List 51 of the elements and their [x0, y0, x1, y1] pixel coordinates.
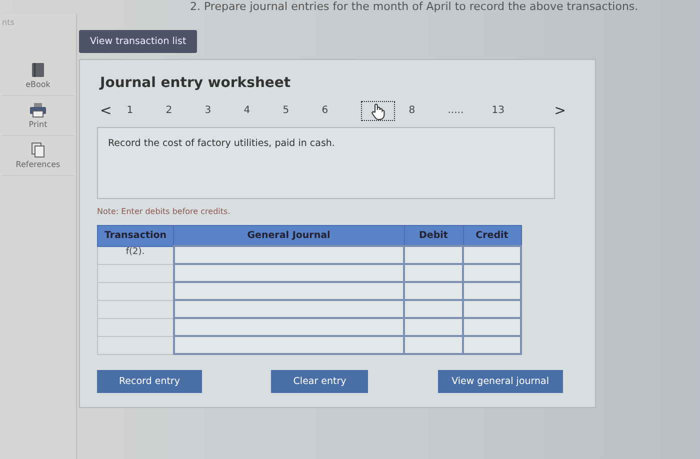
input-field[interactable]	[464, 301, 520, 317]
input-field[interactable]	[405, 265, 462, 281]
page-tab[interactable]: 2	[166, 101, 205, 121]
input-field[interactable]	[405, 337, 462, 353]
hand-cursor-icon	[370, 102, 385, 120]
input-field[interactable]	[405, 283, 462, 299]
page-tab[interactable]: .....	[448, 101, 492, 121]
printer-icon	[29, 102, 47, 118]
page-tab[interactable]: 6	[322, 101, 361, 121]
input-field[interactable]	[174, 319, 403, 335]
page-tab[interactable]: 13	[492, 101, 531, 121]
note-text: Note: Enter debits before credits.	[97, 207, 232, 216]
page-tab[interactable]: 1	[126, 101, 166, 121]
pages-icon	[31, 142, 45, 158]
page-tab[interactable]: 4	[244, 101, 283, 121]
input-field[interactable]	[174, 247, 403, 263]
column-header: Credit	[463, 226, 521, 246]
sidebar-item[interactable]: Print	[2, 96, 74, 136]
input-field[interactable]	[464, 319, 520, 335]
table-cell: f(2).	[98, 246, 174, 264]
input-field[interactable]	[464, 247, 520, 263]
page-tab[interactable]: 8	[408, 101, 448, 121]
input-field[interactable]	[405, 301, 462, 317]
description-text: Record the cost of factory utilities, paid in cash.	[108, 138, 335, 149]
page-tab[interactable]	[360, 101, 395, 121]
worksheet-title: Journal entry worksheet	[100, 75, 292, 91]
view-general-journal-button[interactable]: View general journal	[438, 370, 563, 393]
input-field[interactable]	[174, 283, 403, 299]
clear-entry-button[interactable]: Clear entry	[271, 370, 368, 393]
column-header: General Journal	[174, 226, 404, 246]
input-field[interactable]	[405, 319, 462, 335]
record-entry-button[interactable]: Record entry	[97, 370, 202, 393]
column-header: Debit	[404, 226, 463, 246]
instruction-text: 2. Prepare journal entries for the month of April to record the above transactions.	[190, 0, 640, 13]
input-field[interactable]	[174, 337, 403, 353]
book-icon	[31, 62, 45, 78]
input-field[interactable]	[174, 265, 403, 281]
sidebar-item[interactable]: References	[2, 136, 74, 176]
input-field[interactable]	[464, 265, 520, 281]
view-transaction-list-button[interactable]: View transaction list	[79, 30, 198, 53]
next-button[interactable]: >	[551, 103, 569, 119]
page-tab[interactable]: 5	[282, 101, 322, 121]
input-field[interactable]	[464, 337, 520, 353]
column-header: Transaction	[98, 226, 174, 246]
sidebar-item[interactable]: eBook	[2, 56, 74, 96]
previous-button[interactable]: <	[97, 103, 115, 119]
page-tab[interactable]: 3	[204, 101, 244, 121]
hints-label: nts	[1, 17, 14, 29]
input-field[interactable]	[405, 247, 462, 263]
input-field[interactable]	[174, 301, 403, 317]
input-field[interactable]	[464, 283, 520, 299]
